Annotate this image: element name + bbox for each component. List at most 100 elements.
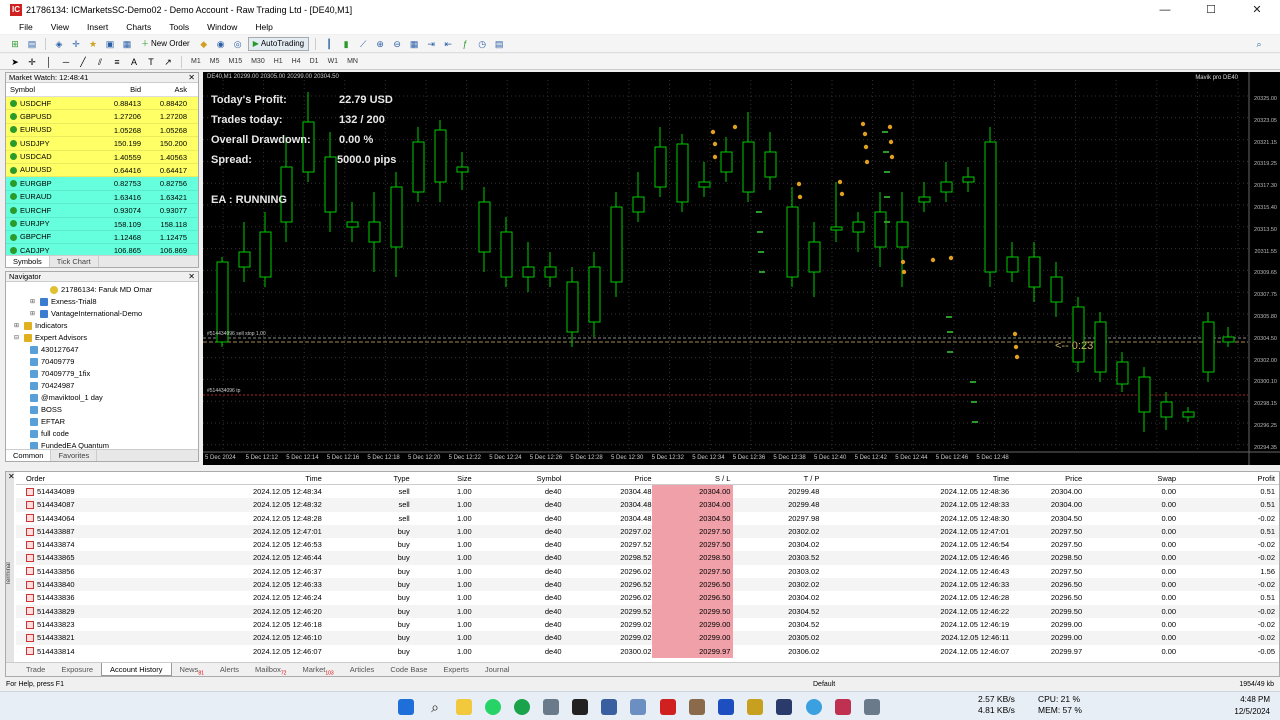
menu-charts[interactable]: Charts — [117, 20, 160, 34]
navigator-item[interactable]: 70409779_1fix — [6, 368, 198, 380]
trendline-icon[interactable]: ╱ — [76, 55, 90, 69]
symbol-column-header[interactable]: Symbol — [6, 83, 86, 96]
history-column-header[interactable]: Profit — [1176, 472, 1279, 484]
chart-shift-icon[interactable]: ⇤ — [441, 37, 455, 51]
timeframe-d1[interactable]: D1 — [307, 55, 322, 69]
tab-alerts[interactable]: Alerts — [212, 663, 247, 676]
app-icon[interactable] — [689, 699, 705, 715]
channel-icon[interactable]: ⫽ — [93, 55, 107, 69]
navigator-item[interactable]: EFTAR — [6, 416, 198, 428]
market-watch-icon[interactable]: ◈ — [52, 37, 66, 51]
navigator-item[interactable]: @maviktool_1 day — [6, 392, 198, 404]
market-watch-row[interactable]: GBPUSD 1.27206 1.27208 — [6, 110, 198, 124]
history-row[interactable]: 514433840 2024.12.05 12:46:33 buy 1.00 de40 2… — [16, 578, 1279, 592]
terminal-icon[interactable]: ▣ — [103, 37, 117, 51]
clock[interactable]: 4:48 PM 12/5/2024 — [1234, 694, 1270, 718]
history-column-header[interactable]: Time — [138, 472, 326, 484]
autotrading-button[interactable]: ▶ AutoTrading — [247, 36, 310, 51]
history-row[interactable]: 514434087 2024.12.05 12:48:32 sell 1.00 de40… — [16, 498, 1279, 512]
mt-icon[interactable] — [601, 699, 617, 715]
market-watch-row[interactable]: USDJPY 150.199 150.200 — [6, 137, 198, 151]
market-watch-row[interactable]: GBPCHF 1.12468 1.12475 — [6, 230, 198, 245]
start-icon[interactable] — [398, 699, 414, 715]
navigator-item[interactable]: 21786134: Faruk MD Omar — [6, 284, 198, 296]
history-column-header[interactable]: Time — [819, 472, 1009, 484]
mt-icon[interactable] — [630, 699, 646, 715]
navigator-item[interactable]: ⊟ Expert Advisors — [6, 332, 198, 344]
market-watch-row[interactable]: USDCHF 0.88413 0.88420 — [6, 97, 198, 111]
navigator-item[interactable]: 70424987 — [6, 380, 198, 392]
navigator-item[interactable]: ⊞ Exness-Trial8 — [6, 296, 198, 308]
minimize-button[interactable]: — — [1142, 0, 1188, 20]
market-watch-row[interactable]: EURGBP 0.82753 0.82756 — [6, 177, 198, 191]
history-column-header[interactable]: Swap — [1082, 472, 1176, 484]
history-row[interactable]: 514433814 2024.12.05 12:46:07 buy 1.00 de40 2… — [16, 644, 1279, 658]
crosshair-icon[interactable]: ✛ — [25, 55, 39, 69]
new-order-button[interactable]: ＋ New Order — [137, 37, 194, 51]
history-column-header[interactable]: Symbol — [472, 472, 562, 484]
timeframe-m1[interactable]: M1 — [188, 55, 204, 69]
expand-icon[interactable]: ⊞ — [30, 296, 37, 308]
navigator-item[interactable]: full code — [6, 428, 198, 440]
close-icon[interactable]: ✕ — [188, 73, 195, 83]
timeframe-m15[interactable]: M15 — [225, 55, 245, 69]
bid-column-header[interactable]: Bid — [86, 83, 141, 96]
autoscroll-icon[interactable]: ⇥ — [424, 37, 438, 51]
history-row[interactable]: 514433821 2024.12.05 12:46:10 buy 1.00 de40 2… — [16, 631, 1279, 645]
price-chart[interactable]: DE40,M1 20299.00 20305.00 20299.00 20304… — [203, 72, 1280, 465]
menu-view[interactable]: View — [42, 20, 78, 34]
text-icon[interactable]: A — [127, 55, 141, 69]
history-row[interactable]: 514433823 2024.12.05 12:46:18 buy 1.00 de40 2… — [16, 617, 1279, 632]
history-column-header[interactable]: S / L — [652, 472, 734, 484]
search-icon[interactable]: ⌕ — [427, 699, 443, 715]
indicators-icon[interactable]: ƒ — [458, 37, 472, 51]
strategy-tester-icon[interactable]: ▦ — [120, 37, 134, 51]
line-chart-icon[interactable]: ⟋ — [356, 37, 370, 51]
history-row[interactable]: 514434064 2024.12.05 12:48:28 sell 1.00 de40… — [16, 511, 1279, 525]
menu-window[interactable]: Window — [198, 20, 246, 34]
tab-articles[interactable]: Articles — [342, 663, 383, 676]
periods-icon[interactable]: ◷ — [475, 37, 489, 51]
app-icon[interactable] — [776, 699, 792, 715]
new-chart-icon[interactable]: ⊞ — [8, 37, 22, 51]
navigator-icon[interactable]: ★ — [86, 37, 100, 51]
timeframe-w1[interactable]: W1 — [325, 55, 342, 69]
tab-journal[interactable]: Journal — [477, 663, 518, 676]
metaeditor-icon[interactable]: ◆ — [197, 37, 211, 51]
history-row[interactable]: 514433865 2024.12.05 12:46:44 buy 1.00 de40 2… — [16, 551, 1279, 565]
history-column-header[interactable]: Size — [410, 472, 472, 484]
templates-icon[interactable]: ▤ — [492, 37, 506, 51]
icmarkets-icon[interactable] — [660, 699, 676, 715]
tradingview-icon[interactable] — [572, 699, 588, 715]
menu-insert[interactable]: Insert — [78, 20, 117, 34]
timeframe-mn[interactable]: MN — [344, 55, 361, 69]
navigator-item[interactable]: 430127647 — [6, 344, 198, 356]
collapse-icon[interactable]: ⊟ — [14, 332, 21, 344]
market-watch-row[interactable]: EURCHF 0.93074 0.93077 — [6, 204, 198, 218]
arrows-icon[interactable]: ↗ — [161, 55, 175, 69]
close-icon[interactable]: ✕ — [188, 272, 195, 282]
photos-icon[interactable] — [543, 699, 559, 715]
app-icon[interactable] — [835, 699, 851, 715]
market-watch-row[interactable]: EURJPY 158.109 158.118 — [6, 217, 198, 231]
zoom-out-icon[interactable]: ⊖ — [390, 37, 404, 51]
zoom-in-icon[interactable]: ⊕ — [373, 37, 387, 51]
timeframe-h1[interactable]: H1 — [271, 55, 286, 69]
expand-icon[interactable]: ⊞ — [30, 308, 37, 320]
menu-help[interactable]: Help — [246, 20, 281, 34]
tab-account-history[interactable]: Account History — [101, 663, 172, 676]
calculator-icon[interactable] — [864, 699, 880, 715]
fibonacci-icon[interactable]: ≡ — [110, 55, 124, 69]
close-button[interactable]: ✕ — [1234, 0, 1280, 20]
horizontal-line-icon[interactable]: ─ — [59, 55, 73, 69]
tab-mailbox[interactable]: Mailbox72 — [247, 663, 294, 677]
history-column-header[interactable]: Order — [16, 472, 138, 484]
tab-experts[interactable]: Experts — [435, 663, 476, 676]
market-watch-row[interactable]: EURAUD 1.63416 1.63421 — [6, 190, 198, 205]
app-n-icon[interactable] — [514, 699, 530, 715]
tab-tick-chart[interactable]: Tick Chart — [50, 256, 99, 267]
history-column-header[interactable]: T / P — [733, 472, 820, 484]
navigator-item[interactable]: ⊞ VantageInternational-Demo — [6, 308, 198, 320]
tab-market[interactable]: Market103 — [294, 663, 341, 677]
navigator-item[interactable]: ⊞ Indicators — [6, 320, 198, 332]
